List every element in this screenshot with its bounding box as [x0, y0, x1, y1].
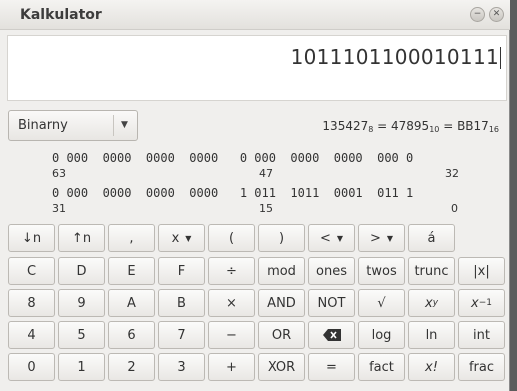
chevron-down-icon: ▼ [121, 120, 128, 130]
bit-index-47: 47 [259, 167, 273, 180]
bit-index-15: 15 [259, 202, 273, 215]
hex-e-button[interactable]: E [108, 257, 155, 285]
bit-row-high[interactable]: 0 000 0000 0000 0000 0 000 0000 0000 000… [52, 151, 413, 165]
ln-button[interactable]: ln [408, 321, 455, 349]
hex-c-button[interactable]: C [8, 257, 55, 285]
digit-5-button[interactable]: 5 [58, 321, 105, 349]
xor-button[interactable]: XOR [258, 353, 305, 381]
decimal-base: 10 [429, 125, 440, 134]
bit-index-63: 63 [52, 167, 66, 180]
digit-8-button[interactable]: 8 [8, 289, 55, 317]
equals-button[interactable]: = [308, 353, 355, 381]
window-title: Kalkulator [20, 7, 102, 23]
open-paren-button[interactable]: ( [208, 224, 255, 252]
close-paren-button[interactable]: ) [258, 224, 305, 252]
hex-a-button[interactable]: A [108, 289, 155, 317]
truncate-button[interactable]: trunc [408, 257, 455, 285]
digit-0-button[interactable]: 0 [8, 353, 55, 381]
shift-right-menu-button[interactable]: > ▼ [358, 224, 405, 252]
result-display[interactable]: 1011101100010111 [7, 35, 507, 101]
divide-button[interactable]: ÷ [208, 257, 255, 285]
character-code-button[interactable]: á [408, 224, 455, 252]
bit-index-31: 31 [52, 202, 66, 215]
hex-d-button[interactable]: D [58, 257, 105, 285]
decimal-point-button[interactable]: , [108, 224, 155, 252]
number-base-selected: Binarny [18, 118, 68, 133]
twos-complement-button[interactable]: twos [358, 257, 405, 285]
title-bar[interactable]: Kalkulator − ✕ [0, 0, 510, 30]
digit-2-button[interactable]: 2 [108, 353, 155, 381]
chevron-down-icon: ▼ [386, 233, 394, 243]
add-button[interactable]: + [208, 353, 255, 381]
chevron-down-icon: ▼ [185, 233, 192, 243]
octal-value: 135427 [322, 119, 369, 133]
base-conversion-readout: 1354278 = 4789510 = BB1716 [322, 119, 499, 134]
chevron-down-icon: ▼ [336, 233, 344, 243]
frac-button[interactable]: frac [458, 353, 505, 381]
shift-up-button[interactable]: ↑n [58, 224, 105, 252]
bit-index-32: 32 [445, 167, 459, 180]
factorial-button[interactable]: x! [408, 353, 455, 381]
display-value: 1011101100010111 [290, 45, 499, 69]
select-divider [113, 115, 114, 136]
bit-index-0: 0 [451, 202, 458, 215]
digit-3-button[interactable]: 3 [158, 353, 205, 381]
hex-f-button[interactable]: F [158, 257, 205, 285]
background-window-edge [510, 0, 517, 391]
hex-value: BB17 [457, 119, 489, 133]
minimize-icon: − [473, 9, 482, 19]
mod-button[interactable]: mod [258, 257, 305, 285]
minimize-button[interactable]: − [470, 7, 485, 22]
ones-complement-button[interactable]: ones [308, 257, 355, 285]
octal-base: 8 [368, 125, 374, 134]
or-button[interactable]: OR [258, 321, 305, 349]
shift-down-button[interactable]: ↓n [8, 224, 55, 252]
shift-left-menu-button[interactable]: < ▼ [308, 224, 355, 252]
square-root-button[interactable]: √ [358, 289, 405, 317]
digit-4-button[interactable]: 4 [8, 321, 55, 349]
calculator-window: Kalkulator − ✕ 1011101100010111 Binarny … [0, 0, 510, 391]
hex-base: 16 [488, 125, 499, 134]
multiply-button[interactable]: × [208, 289, 255, 317]
close-icon: ✕ [492, 9, 501, 19]
text-cursor [500, 47, 501, 69]
not-button[interactable]: NOT [308, 289, 355, 317]
hex-b-button[interactable]: B [158, 289, 205, 317]
digit-9-button[interactable]: 9 [58, 289, 105, 317]
close-button[interactable]: ✕ [489, 7, 504, 22]
subscript-menu-button[interactable]: x ▼ [158, 224, 205, 252]
absolute-value-button[interactable]: |x| [458, 257, 505, 285]
number-base-select[interactable]: Binarny ▼ [8, 110, 138, 141]
bit-row-low[interactable]: 0 000 0000 0000 0000 1 011 1011 0001 011… [52, 186, 413, 200]
and-button[interactable]: AND [258, 289, 305, 317]
fact-button[interactable]: fact [358, 353, 405, 381]
subtract-button[interactable]: − [208, 321, 255, 349]
digit-1-button[interactable]: 1 [58, 353, 105, 381]
int-button[interactable]: int [458, 321, 505, 349]
digit-7-button[interactable]: 7 [158, 321, 205, 349]
log-button[interactable]: log [358, 321, 405, 349]
backspace-button[interactable] [308, 321, 355, 349]
power-button[interactable]: xy [408, 289, 455, 317]
decimal-value: 47895 [391, 119, 430, 133]
digit-6-button[interactable]: 6 [108, 321, 155, 349]
backspace-icon [322, 329, 341, 341]
inverse-button[interactable]: x −1 [458, 289, 505, 317]
